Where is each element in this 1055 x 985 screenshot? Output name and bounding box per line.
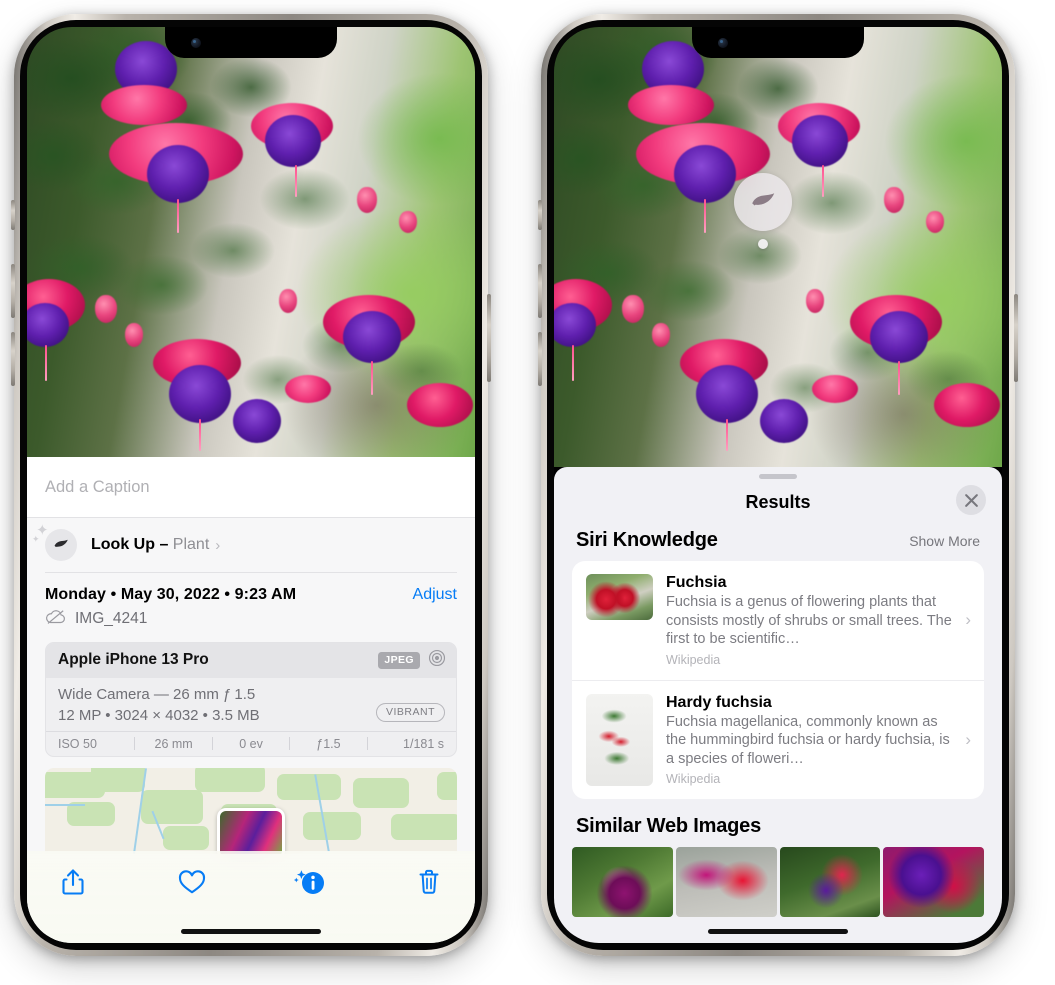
exif-stats-row: ISO 50 26 mm 0 ev ƒ1.5 1/181 s: [46, 730, 456, 756]
photo-viewer[interactable]: [27, 27, 475, 457]
power-button[interactable]: [487, 294, 491, 382]
front-camera-icon: [718, 38, 728, 48]
volume-down-button[interactable]: [538, 332, 542, 386]
similar-image-thumbnail[interactable]: [779, 847, 881, 918]
right-phone: Results Siri Knowledge Show More Fuchsia…: [538, 14, 1018, 956]
file-row: IMG_4241: [45, 609, 457, 630]
photo-viewer[interactable]: [554, 27, 1002, 467]
similar-image-thumbnail[interactable]: [572, 847, 673, 918]
photo-info-panel: Add a Caption ✦ ✦ Look Up – Plant › Mond…: [27, 457, 475, 943]
exif-stat-ev: 0 ev: [239, 736, 263, 751]
device-name: Apple iPhone 13 Pro: [58, 651, 209, 668]
exif-body: Wide Camera — 26 mm ƒ 1.5 12 MP • 3024 ×…: [46, 678, 456, 731]
lens-info: Wide Camera — 26 mm ƒ 1.5: [58, 685, 256, 703]
sheet-header: Results: [554, 479, 1002, 525]
volume-down-button[interactable]: [11, 332, 15, 386]
results-sheet: Results Siri Knowledge Show More Fuchsia…: [554, 467, 1002, 943]
mute-switch[interactable]: [538, 200, 542, 230]
date-row: Monday • May 30, 2022 • 9:23 AM Adjust: [45, 573, 457, 604]
icloud-slash-icon: [45, 609, 67, 630]
exif-stat-shutter: 1/181 s: [403, 736, 445, 751]
volume-up-button[interactable]: [11, 264, 15, 318]
look-up-dash: –: [155, 536, 173, 553]
caption-field[interactable]: Add a Caption: [27, 457, 475, 517]
look-up-row[interactable]: ✦ ✦ Look Up – Plant ›: [32, 518, 457, 572]
look-up-title: Look Up: [91, 536, 155, 553]
list-item[interactable]: Fuchsia Fuchsia is a genus of flowering …: [572, 561, 984, 680]
screenshot-root: Add a Caption ✦ ✦ Look Up – Plant › Mond…: [0, 0, 1055, 985]
photo-foliage: [27, 27, 475, 457]
result-thumbnail: [586, 574, 653, 620]
right-phone-screen: Results Siri Knowledge Show More Fuchsia…: [554, 27, 1002, 943]
close-icon[interactable]: [956, 485, 986, 515]
look-up-label: Look Up – Plant: [91, 536, 209, 554]
similar-images-strip[interactable]: [554, 847, 1002, 918]
chevron-right-icon: ›: [965, 610, 971, 630]
result-thumbnail: [586, 693, 653, 786]
home-indicator[interactable]: [708, 929, 848, 934]
front-camera-icon: [191, 38, 201, 48]
power-button[interactable]: [1014, 294, 1018, 382]
mute-switch[interactable]: [11, 200, 15, 230]
leaf-icon: ✦ ✦: [32, 523, 77, 561]
chevron-right-icon: ›: [215, 536, 221, 554]
list-item[interactable]: Hardy fuchsia Fuchsia magellanica, commo…: [572, 679, 984, 800]
exif-stat-focal: 26 mm: [154, 736, 193, 751]
siri-knowledge-cards: Fuchsia Fuchsia is a genus of flowering …: [572, 561, 984, 800]
result-title: Hardy fuchsia: [666, 693, 772, 711]
result-title: Fuchsia: [666, 574, 727, 591]
result-source: Wikipedia: [666, 652, 721, 667]
look-up-section: ✦ ✦ Look Up – Plant ›: [27, 517, 475, 573]
location-map[interactable]: [45, 767, 457, 854]
adjust-button[interactable]: Adjust: [413, 586, 457, 604]
result-description: Fuchsia is a genus of flowering plants t…: [666, 594, 952, 648]
similar-image-thumbnail[interactable]: [675, 847, 777, 918]
heart-icon[interactable]: [170, 865, 214, 899]
notch: [165, 27, 337, 58]
trash-icon[interactable]: [407, 865, 451, 899]
section-title-siri-knowledge: Siri Knowledge: [576, 529, 718, 551]
caption-placeholder: Add a Caption: [45, 477, 150, 496]
exif-card[interactable]: Apple iPhone 13 Pro JPEG Wide Camera — 2…: [45, 641, 457, 757]
show-more-button[interactable]: Show More: [909, 533, 980, 549]
metadata-section: Monday • May 30, 2022 • 9:23 AM Adjust I…: [27, 572, 475, 854]
sheet-title: Results: [745, 491, 811, 512]
visual-look-up-pointer: [758, 239, 768, 249]
sparkle-small-icon: ✦: [32, 534, 40, 544]
info-sparkle-icon[interactable]: [288, 865, 332, 899]
chevron-right-icon: ›: [965, 729, 971, 749]
capture-date: Monday • May 30, 2022 • 9:23 AM: [45, 585, 297, 603]
photo-location-pin[interactable]: [217, 807, 285, 854]
visual-look-up-badge[interactable]: [734, 173, 792, 231]
look-up-subject: Plant: [172, 536, 210, 553]
format-badge: JPEG: [378, 651, 420, 669]
home-indicator[interactable]: [181, 929, 321, 934]
exif-stat-iso: ISO 50: [58, 736, 97, 751]
exif-header: Apple iPhone 13 Pro JPEG: [46, 642, 456, 678]
aperture-icon: [428, 649, 446, 672]
volume-up-button[interactable]: [538, 264, 542, 318]
notch: [692, 27, 864, 58]
left-phone: Add a Caption ✦ ✦ Look Up – Plant › Mond…: [11, 14, 491, 956]
similar-image-thumbnail[interactable]: [883, 847, 984, 918]
section-title-similar-web-images: Similar Web Images: [576, 815, 761, 838]
result-source: Wikipedia: [666, 772, 721, 787]
exif-stat-aperture: ƒ1.5: [316, 736, 341, 751]
left-phone-screen: Add a Caption ✦ ✦ Look Up – Plant › Mond…: [27, 27, 475, 943]
file-name: IMG_4241: [75, 610, 148, 627]
result-description: Fuchsia magellanica, commonly known as t…: [666, 713, 950, 767]
vibrant-badge: VIBRANT: [375, 702, 445, 722]
share-icon[interactable]: [51, 865, 95, 899]
siri-knowledge-header: Siri Knowledge Show More: [554, 525, 1002, 561]
